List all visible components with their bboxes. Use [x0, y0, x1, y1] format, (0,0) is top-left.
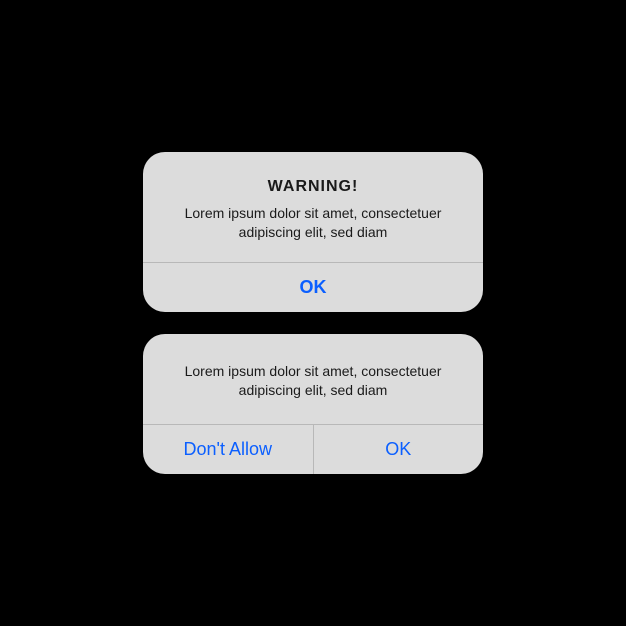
alert-title: WARNING! [165, 178, 461, 196]
dont-allow-button[interactable]: Don't Allow [143, 425, 313, 474]
alert-message: Lorem ipsum dolor sit amet, consectetuer… [165, 362, 461, 400]
ok-button[interactable]: OK [313, 425, 484, 474]
alert-body: Lorem ipsum dolor sit amet, consectetuer… [143, 334, 483, 424]
alert-button-row: Don't Allow OK [143, 424, 483, 474]
ok-button[interactable]: OK [143, 263, 483, 312]
alert-dialog-permission: Lorem ipsum dolor sit amet, consectetuer… [143, 334, 483, 474]
alert-button-row: OK [143, 262, 483, 312]
alert-message: Lorem ipsum dolor sit amet, consectetuer… [165, 204, 461, 242]
alert-dialog-warning: WARNING! Lorem ipsum dolor sit amet, con… [143, 152, 483, 312]
alert-body: WARNING! Lorem ipsum dolor sit amet, con… [143, 152, 483, 262]
